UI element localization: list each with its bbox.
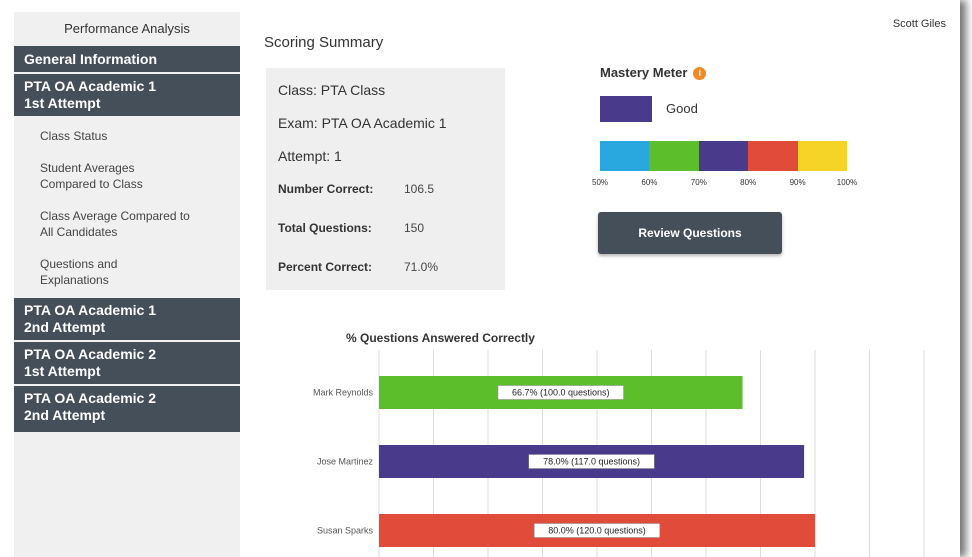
chart-category-label: Susan Sparks bbox=[317, 526, 374, 536]
sidebar-section-academic1-attempt1[interactable]: PTA OA Academic 1 1st Attempt bbox=[14, 74, 240, 118]
chart-data-label: 80.0% (120.0 questions) bbox=[548, 526, 646, 536]
app-window: Performance Analysis General Information… bbox=[0, 0, 960, 557]
mastery-tick-label: 80% bbox=[740, 178, 757, 187]
number-correct-row: Number Correct: 106.5 bbox=[278, 182, 434, 196]
mastery-band-0 bbox=[600, 141, 650, 171]
questions-correct-chart: Mark Reynolds 66.7% (100.0 questions) Jose… bbox=[313, 350, 925, 557]
review-questions-button[interactable]: Review Questions bbox=[598, 212, 782, 254]
chart-category-label: Jose Martinez bbox=[317, 457, 374, 467]
sidebar-title: Performance Analysis bbox=[64, 21, 190, 36]
sidebar-item-class-status[interactable]: Class Status bbox=[14, 122, 240, 150]
percent-correct-row: Percent Correct: 71.0% bbox=[278, 260, 438, 274]
mastery-band-1 bbox=[649, 141, 699, 171]
class-line: Class: PTA Class bbox=[278, 82, 386, 98]
sidebar-item-questions-explanations[interactable]: Questions and Explanations bbox=[14, 250, 180, 294]
percent-correct-value: 71.0% bbox=[404, 260, 439, 274]
sidebar-item-class-average[interactable]: Class Average Compared to All Candidates bbox=[14, 202, 210, 246]
chart-title: % Questions Answered Correctly bbox=[346, 331, 535, 345]
sidebar-item-student-averages[interactable]: Student Averages Compared to Class bbox=[14, 154, 200, 198]
mastery-level-label: Good bbox=[666, 101, 698, 116]
total-questions-label: Total Questions: bbox=[278, 221, 372, 235]
total-questions-row: Total Questions: 150 bbox=[278, 221, 424, 235]
mastery-meter-label: Mastery Meter bbox=[600, 65, 688, 80]
total-questions-value: 150 bbox=[404, 221, 425, 235]
mastery-band-2 bbox=[698, 141, 749, 171]
sidebar-section-general-information[interactable]: General Information bbox=[14, 46, 240, 74]
sidebar-section-academic2-attempt1[interactable]: PTA OA Academic 2 1st Attempt bbox=[14, 342, 240, 386]
mastery-meter-bar bbox=[600, 141, 848, 171]
percent-correct-label: Percent Correct: bbox=[278, 260, 373, 274]
sidebar: Performance Analysis General Information… bbox=[14, 12, 240, 557]
chart-category-label: Mark Reynolds bbox=[313, 388, 374, 398]
mastery-meter-title: Mastery Meter i bbox=[600, 65, 707, 80]
sidebar-section-academic2-attempt2[interactable]: PTA OA Academic 2 2nd Attempt bbox=[14, 386, 240, 434]
mastery-band-3 bbox=[748, 141, 798, 171]
info-icon[interactable]: i bbox=[693, 67, 707, 80]
mastery-tick-label: 70% bbox=[690, 178, 707, 187]
attempt-line: Attempt: 1 bbox=[278, 148, 342, 164]
number-correct-label: Number Correct: bbox=[278, 182, 374, 196]
mastery-band-4 bbox=[797, 141, 848, 171]
sidebar-section-academic1-attempt2[interactable]: PTA OA Academic 1 2nd Attempt bbox=[14, 298, 240, 342]
user-name[interactable]: Scott Giles bbox=[893, 18, 946, 30]
exam-line: Exam: PTA OA Academic 1 bbox=[278, 115, 447, 131]
mastery-tick-label: 100% bbox=[836, 178, 858, 187]
scoring-summary-title: Scoring Summary bbox=[264, 34, 384, 51]
mastery-tick-label: 50% bbox=[591, 178, 609, 187]
scoring-summary-panel: Class: PTA Class Exam: PTA OA Academic 1… bbox=[266, 68, 505, 290]
mastery-tick-label: 60% bbox=[641, 178, 658, 187]
number-correct-value: 106.5 bbox=[404, 182, 435, 196]
chart-data-label: 78.0% (117.0 questions) bbox=[543, 457, 640, 467]
chart-data-label: 66.7% (100.0 questions) bbox=[512, 388, 610, 398]
mastery-tick-label: 90% bbox=[789, 178, 806, 187]
mastery-level-swatch bbox=[600, 96, 652, 122]
